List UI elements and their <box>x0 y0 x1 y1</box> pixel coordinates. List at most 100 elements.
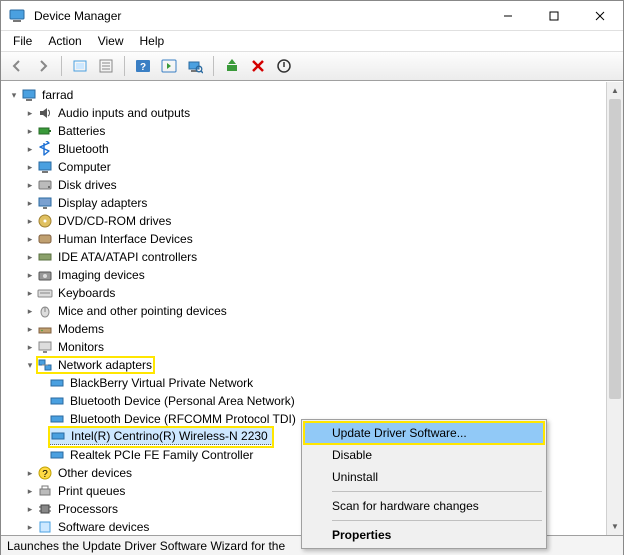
software-device-icon <box>37 519 53 535</box>
expand-icon[interactable]: ▸ <box>23 178 37 192</box>
tree-item[interactable]: ▸Mice and other pointing devices <box>5 302 623 320</box>
close-button[interactable] <box>577 1 623 31</box>
tree-item[interactable]: ▸IDE ATA/ATAPI controllers <box>5 248 623 266</box>
svg-text:?: ? <box>42 469 48 480</box>
display-icon <box>37 195 53 211</box>
uninstall-button[interactable] <box>246 54 270 78</box>
context-scan[interactable]: Scan for hardware changes <box>304 495 544 517</box>
menu-file[interactable]: File <box>5 32 40 50</box>
keyboard-icon <box>37 285 53 301</box>
disk-icon <box>37 177 53 193</box>
minimize-button[interactable] <box>485 1 531 31</box>
tree-item[interactable]: ▸Imaging devices <box>5 266 623 284</box>
network-adapters-label: Network adapters <box>56 357 154 373</box>
tree-item[interactable]: ▸Disk drives <box>5 176 623 194</box>
toolbar-separator <box>61 56 62 76</box>
tree-item[interactable]: ▸DVD/CD-ROM drives <box>5 212 623 230</box>
tree-item[interactable]: ▸Human Interface Devices <box>5 230 623 248</box>
tree-item-network-adapters[interactable]: ▾ Network adapters <box>5 356 623 374</box>
audio-icon <box>37 105 53 121</box>
action-button[interactable] <box>157 54 181 78</box>
tree-item[interactable]: ▸Keyboards <box>5 284 623 302</box>
expand-icon[interactable]: ▸ <box>23 214 37 228</box>
network-adapter-icon <box>49 447 65 463</box>
expand-icon[interactable]: ▸ <box>23 196 37 210</box>
scrollbar-thumb[interactable] <box>609 99 621 399</box>
tree-item[interactable]: ▸Monitors <box>5 338 623 356</box>
expand-icon[interactable]: ▸ <box>23 142 37 156</box>
status-text: Launches the Update Driver Software Wiza… <box>7 539 285 553</box>
context-uninstall[interactable]: Uninstall <box>304 466 544 488</box>
printer-icon <box>37 483 53 499</box>
computer-icon <box>21 87 37 103</box>
app-icon <box>9 8 25 24</box>
expand-icon[interactable]: ▸ <box>23 232 37 246</box>
back-button[interactable] <box>5 54 29 78</box>
context-disable[interactable]: Disable <box>304 444 544 466</box>
imaging-icon <box>37 267 53 283</box>
tree-item[interactable]: ▸Modems <box>5 320 623 338</box>
context-properties[interactable]: Properties <box>304 524 544 546</box>
help-button[interactable]: ? <box>131 54 155 78</box>
dvd-icon <box>37 213 53 229</box>
show-hidden-button[interactable] <box>68 54 92 78</box>
computer-icon <box>37 159 53 175</box>
tree-item[interactable]: ▸Audio inputs and outputs <box>5 104 623 122</box>
menu-help[interactable]: Help <box>132 32 173 50</box>
menu-action[interactable]: Action <box>40 32 89 50</box>
expand-icon[interactable]: ▸ <box>23 250 37 264</box>
tree-item[interactable]: Bluetooth Device (Personal Area Network) <box>5 392 623 410</box>
properties-button[interactable] <box>94 54 118 78</box>
toolbar-separator <box>213 56 214 76</box>
expand-icon[interactable]: ▸ <box>23 466 37 480</box>
expand-icon[interactable]: ▸ <box>23 304 37 318</box>
expand-icon[interactable]: ▸ <box>23 124 37 138</box>
tree-item[interactable]: ▸Batteries <box>5 122 623 140</box>
network-adapter-icon <box>49 393 65 409</box>
menu-view[interactable]: View <box>90 32 132 50</box>
maximize-button[interactable] <box>531 1 577 31</box>
tree-root[interactable]: ▾ farrad <box>5 86 623 104</box>
tree-item[interactable]: ▸Bluetooth <box>5 140 623 158</box>
window-title: Device Manager <box>34 9 121 23</box>
svg-text:?: ? <box>140 62 146 73</box>
expand-icon[interactable]: ▸ <box>23 340 37 354</box>
tree-root-label: farrad <box>40 87 75 103</box>
toolbar: ? <box>1 51 623 81</box>
scan-hardware-button[interactable] <box>183 54 207 78</box>
scroll-down-button[interactable]: ▼ <box>607 518 623 535</box>
context-update-driver[interactable]: Update Driver Software... <box>304 422 544 444</box>
context-separator <box>332 520 542 521</box>
collapse-icon[interactable]: ▾ <box>7 88 21 102</box>
expand-icon[interactable]: ▸ <box>23 520 37 534</box>
network-adapter-icon <box>49 411 65 427</box>
disable-button[interactable] <box>272 54 296 78</box>
monitor-icon <box>37 339 53 355</box>
tree-item[interactable]: BlackBerry Virtual Private Network <box>5 374 623 392</box>
other-devices-icon: ? <box>37 465 53 481</box>
bluetooth-icon <box>37 141 53 157</box>
toolbar-separator <box>124 56 125 76</box>
expand-icon[interactable]: ▸ <box>23 484 37 498</box>
collapse-icon[interactable]: ▾ <box>23 358 37 372</box>
context-menu: Update Driver Software... Disable Uninst… <box>301 419 547 549</box>
forward-button[interactable] <box>31 54 55 78</box>
modem-icon <box>37 321 53 337</box>
expand-icon[interactable]: ▸ <box>23 268 37 282</box>
tree-item[interactable]: ▸Computer <box>5 158 623 176</box>
expand-icon[interactable]: ▸ <box>23 286 37 300</box>
scroll-up-button[interactable]: ▲ <box>607 82 623 99</box>
expand-icon[interactable]: ▸ <box>23 322 37 336</box>
ide-icon <box>37 249 53 265</box>
update-driver-button[interactable] <box>220 54 244 78</box>
selected-device-label: Intel(R) Centrino(R) Wireless-N 2230 <box>69 428 270 444</box>
title-bar: Device Manager <box>1 1 623 31</box>
network-adapter-icon <box>49 375 65 391</box>
expand-icon[interactable]: ▸ <box>23 160 37 174</box>
expand-icon[interactable]: ▸ <box>23 106 37 120</box>
vertical-scrollbar[interactable]: ▲ ▼ <box>606 82 623 535</box>
expand-icon[interactable]: ▸ <box>23 502 37 516</box>
battery-icon <box>37 123 53 139</box>
scrollbar-track[interactable] <box>607 99 623 518</box>
tree-item[interactable]: ▸Display adapters <box>5 194 623 212</box>
